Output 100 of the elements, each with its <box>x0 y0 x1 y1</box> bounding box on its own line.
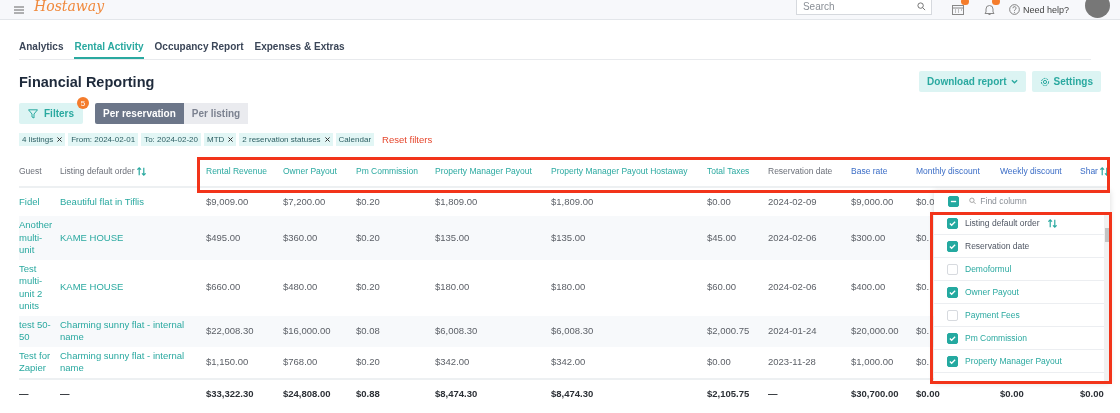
reset-filters-link[interactable]: Reset filters <box>382 134 433 145</box>
column-header[interactable]: Property Manager Payout Hostaway <box>551 166 688 176</box>
table-cell: $22,008.30 <box>206 324 254 336</box>
table-cell: $6,008.30 <box>551 324 594 336</box>
table-link[interactable]: Beautiful flat in Tiflis <box>60 195 200 209</box>
table-cell: $135.00 <box>551 231 586 243</box>
table-cell: $0.20 <box>356 281 380 293</box>
checkbox[interactable] <box>947 240 958 252</box>
table-cell: $0.20 <box>356 195 380 207</box>
total-cell: $8,474.30 <box>435 388 478 400</box>
checkbox[interactable] <box>947 355 958 367</box>
column-option[interactable]: Property Manager Payout <box>934 350 1104 373</box>
sort-icon[interactable] <box>135 165 147 177</box>
column-header[interactable]: Base rate <box>851 166 888 176</box>
filter-chip: To: 2024-02-20 <box>141 133 201 146</box>
column-header[interactable]: Rental Revenue <box>206 166 267 176</box>
page-title: Financial Reporting <box>19 73 156 90</box>
sort-icon[interactable] <box>1098 165 1110 177</box>
close-icon[interactable] <box>324 137 330 142</box>
column-header[interactable]: Monthly discount <box>916 166 980 176</box>
column-option-label: Owner Payout <box>965 287 1019 297</box>
table-cell: $20,000.00 <box>851 324 899 336</box>
column-option[interactable]: Owner Payout <box>934 281 1104 304</box>
search-icon <box>916 2 926 11</box>
tab[interactable]: Expenses & Extras <box>254 39 345 59</box>
check-icon <box>949 288 956 296</box>
check-icon <box>949 242 956 250</box>
column-header[interactable]: Guest <box>19 166 42 176</box>
table-cell: $342.00 <box>435 355 470 367</box>
scrollbar[interactable] <box>1104 212 1110 382</box>
select-all-checkbox[interactable] <box>948 195 959 207</box>
checkbox[interactable] <box>947 286 958 298</box>
table-cell: $1,000.00 <box>851 355 894 367</box>
bell-icon[interactable] <box>983 3 995 16</box>
column-header[interactable]: Property Manager Payout <box>435 166 532 176</box>
total-cell: — <box>60 388 70 400</box>
column-header[interactable]: Pm Commission <box>356 166 418 176</box>
column-header[interactable]: Weekly discount <box>1000 166 1062 176</box>
close-icon[interactable] <box>228 137 234 142</box>
sort-icon[interactable] <box>1046 217 1058 229</box>
close-icon[interactable] <box>57 137 63 142</box>
menu-icon[interactable] <box>14 5 24 14</box>
check-icon <box>949 334 956 342</box>
settings-button[interactable]: Settings <box>1031 71 1101 92</box>
help-link[interactable]: Need help? <box>1022 4 1069 15</box>
search-field[interactable]: Search <box>795 0 932 15</box>
view-toggle[interactable]: Per reservation <box>95 103 184 124</box>
table-cell: $0. <box>916 355 930 367</box>
table-link[interactable]: Test multi-unit 2 units <box>19 262 54 313</box>
total-cell: $24,808.00 <box>283 388 331 400</box>
chevron-down-icon <box>1010 79 1018 84</box>
total-cell: $0.00 <box>1000 388 1024 400</box>
table-cell: $0. <box>916 231 930 243</box>
notification-badge <box>960 0 969 5</box>
table-link[interactable]: Fidel <box>19 195 54 209</box>
logo: Hostaway <box>34 0 105 14</box>
table-cell: $0.20 <box>356 231 380 243</box>
help-icon[interactable] <box>1008 4 1020 15</box>
filter-icon <box>28 108 38 119</box>
column-header[interactable]: Owner Payout <box>283 166 337 176</box>
table-cell: $1,150.00 <box>206 355 249 367</box>
table-cell: $480.00 <box>283 281 318 293</box>
column-header[interactable]: Total Taxes <box>707 166 750 176</box>
download-report-button[interactable]: Download report <box>919 71 1026 92</box>
table-cell: 2024-02-06 <box>768 231 817 243</box>
table-cell: $1,809.00 <box>435 195 478 207</box>
table-cell: $180.00 <box>551 281 586 293</box>
column-option[interactable]: Pm Commission <box>934 327 1104 350</box>
total-cell: — <box>19 388 29 400</box>
filter-chip: From: 2024-02-01 <box>68 133 139 146</box>
table-cell: $9,000.00 <box>851 195 894 207</box>
checkbox[interactable] <box>947 217 958 229</box>
table-cell: 2024-02-09 <box>768 195 817 207</box>
table-link[interactable]: KAME HOUSE <box>60 281 200 294</box>
tab[interactable]: Occupancy Report <box>154 39 244 59</box>
table-link[interactable]: Charming sunny flat - internal name <box>60 349 200 375</box>
column-option[interactable]: Listing default order <box>934 212 1104 235</box>
column-option[interactable]: Reservation date <box>934 235 1104 258</box>
avatar[interactable] <box>1085 0 1110 18</box>
table-link[interactable]: Test for Zapier <box>19 349 54 375</box>
calendar-icon[interactable] <box>951 4 964 15</box>
table-cell: 2024-02-06 <box>768 281 817 293</box>
chip-label: 4 listings <box>22 135 54 144</box>
view-toggle[interactable]: Per listing <box>183 103 249 124</box>
column-option[interactable]: Payment Fees <box>934 304 1104 327</box>
checkbox[interactable] <box>947 332 958 344</box>
column-header[interactable]: Shar <box>1080 165 1110 177</box>
table-cell: $342.00 <box>551 355 586 367</box>
notification-badge <box>991 0 1000 5</box>
total-cell: — <box>768 388 778 400</box>
table-cell: $300.00 <box>851 231 886 243</box>
tab[interactable]: Rental Activity <box>74 39 144 59</box>
table-cell: $9,009.00 <box>206 195 249 207</box>
total-cell: $0.00 <box>916 388 940 400</box>
tab[interactable]: Analytics <box>19 39 64 59</box>
filter-count-badge: 5 <box>77 97 89 109</box>
table-cell: $0.20 <box>356 355 380 367</box>
column-header[interactable]: Listing default order <box>60 165 147 177</box>
column-header[interactable]: Reservation date <box>768 166 833 176</box>
column-option[interactable]: Demoformul <box>934 258 1104 281</box>
